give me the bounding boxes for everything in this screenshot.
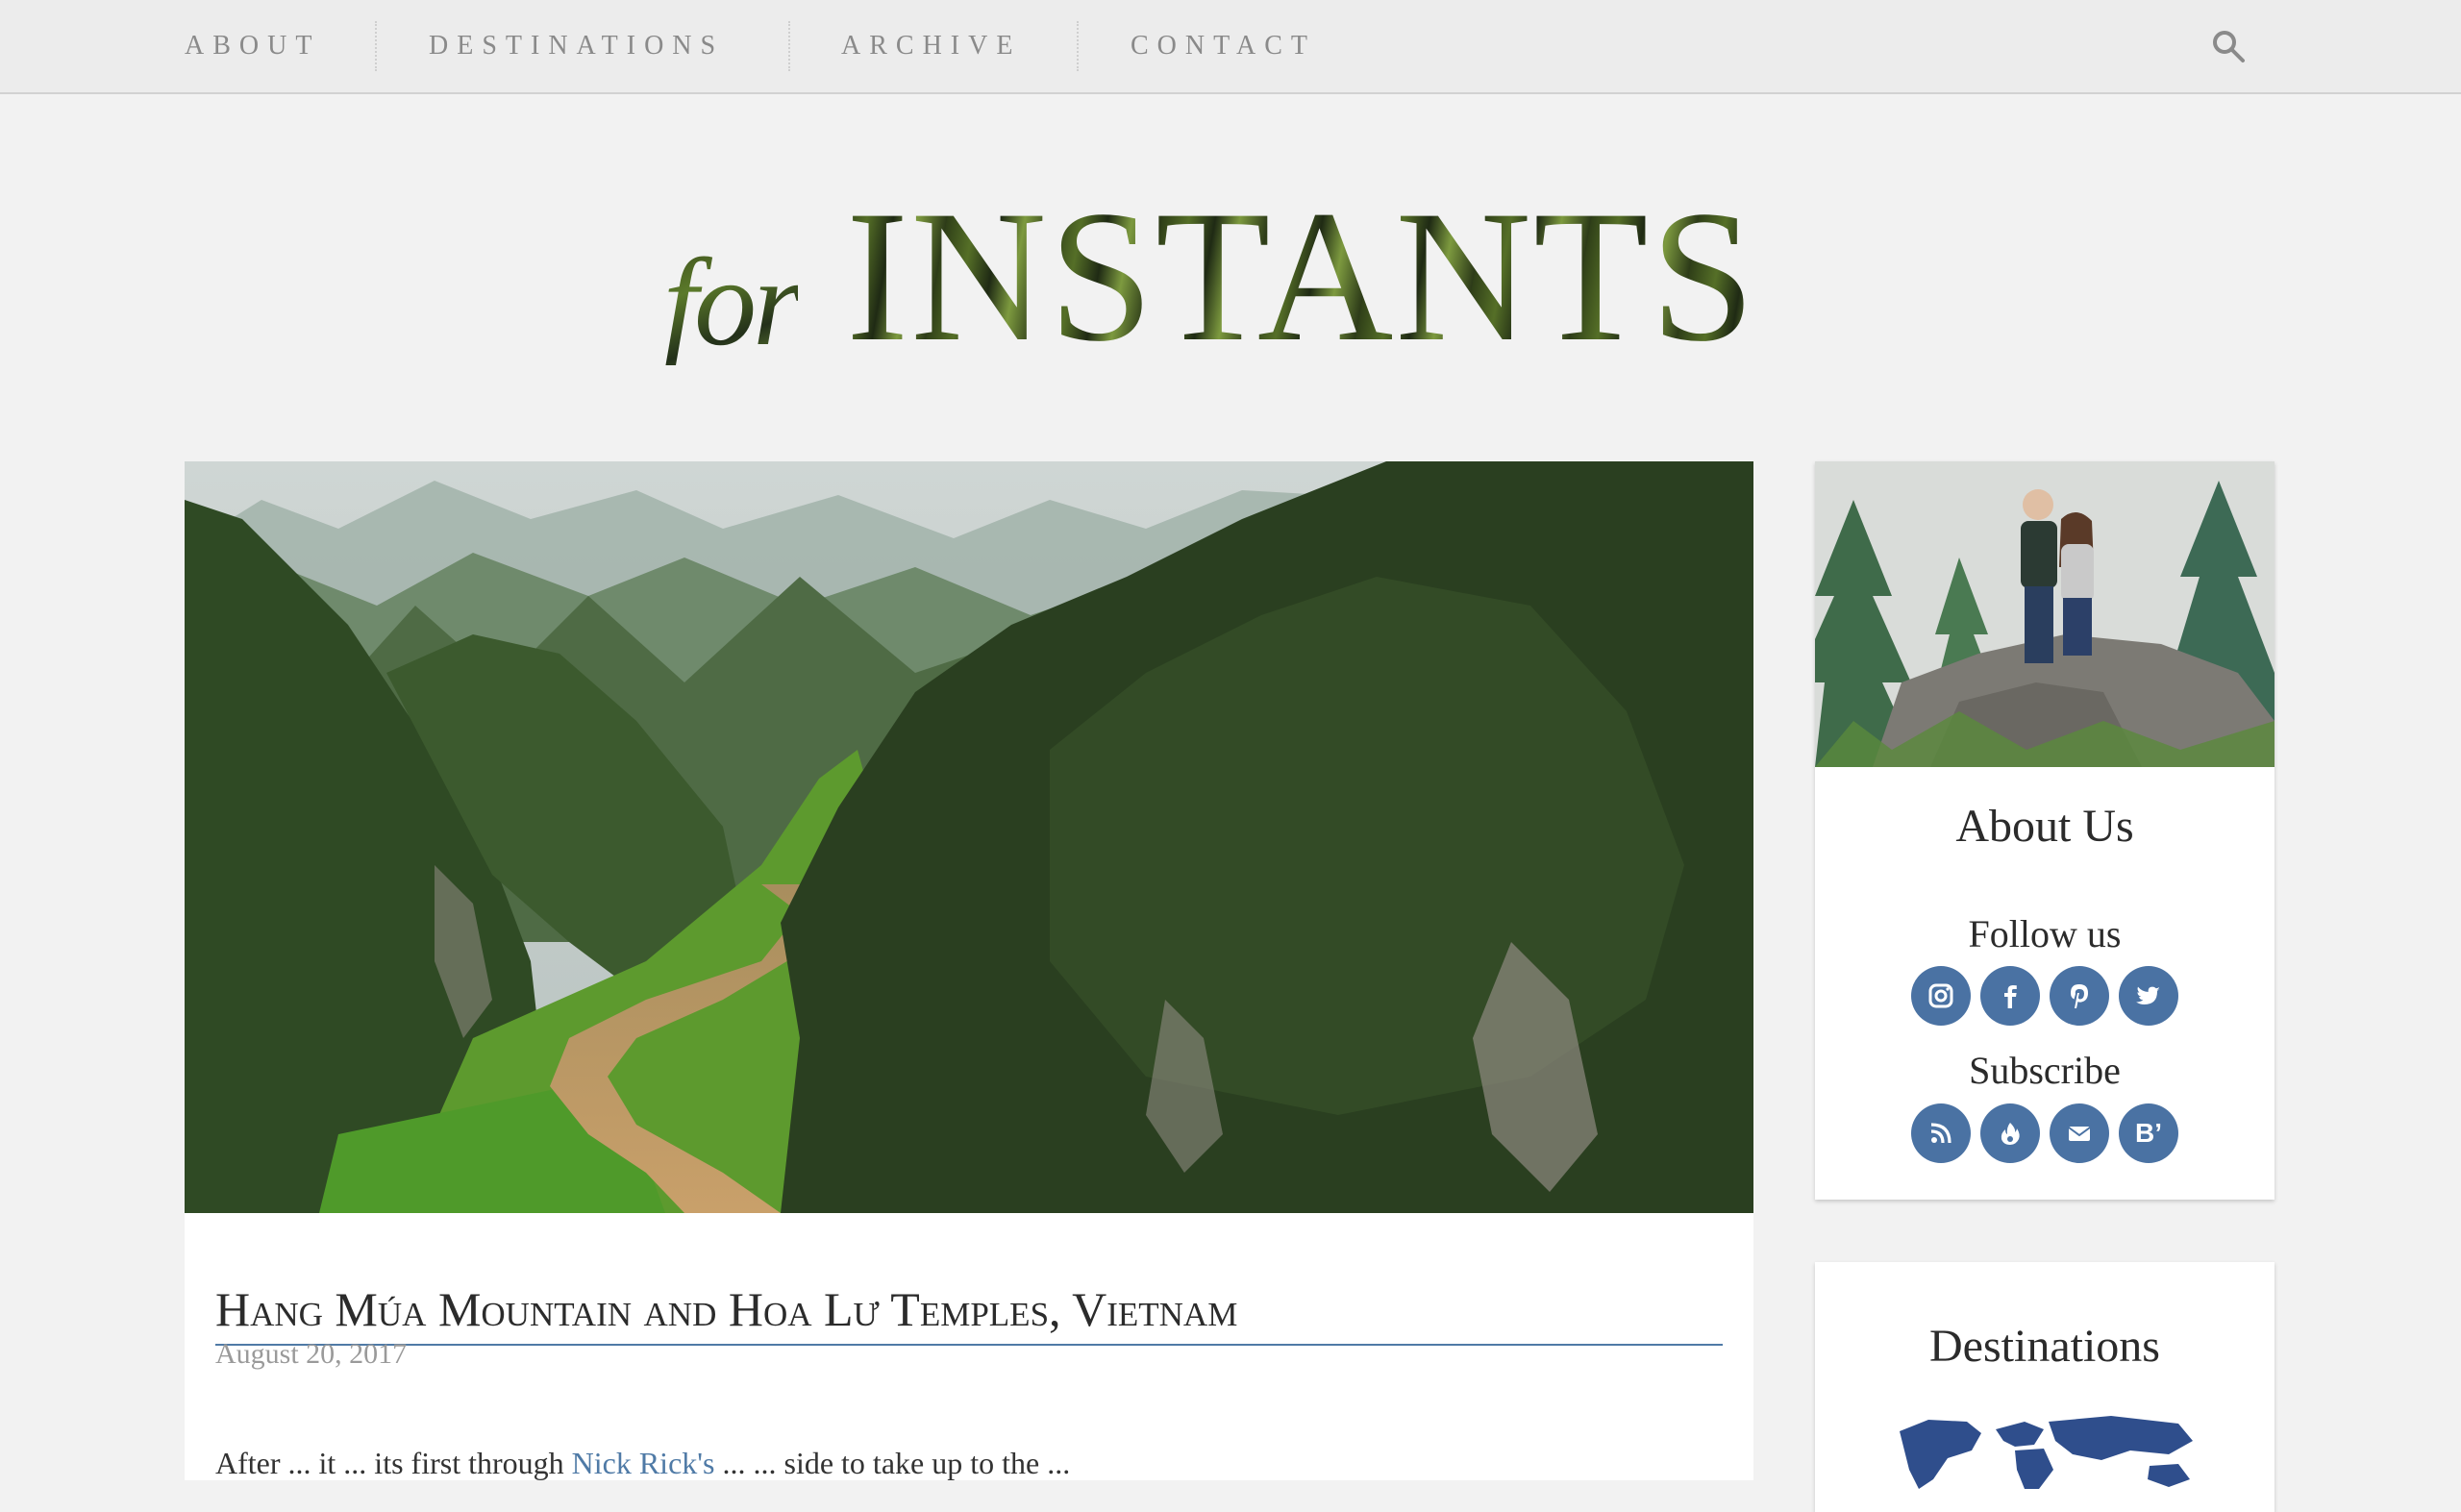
site-logo[interactable]: for INSTANTS: [663, 183, 1807, 372]
nav-item-contact[interactable]: CONTACT: [1131, 27, 1316, 65]
facebook-icon[interactable]: [1980, 966, 2040, 1026]
subscribe-icons: B’: [1815, 1103, 2275, 1163]
about-photo[interactable]: [1815, 461, 2275, 767]
nav-item-destinations[interactable]: DESTINATIONS: [429, 27, 724, 65]
rss-icon[interactable]: [1911, 1103, 1971, 1163]
twitter-icon[interactable]: [2119, 966, 2178, 1026]
post-title[interactable]: Hang Múa Mountain and Hoa Lư Temples, Vi…: [215, 1280, 1723, 1346]
instagram-icon[interactable]: [1911, 966, 1971, 1026]
about-widget: About Us Follow us Subscribe B’: [1815, 461, 2275, 1200]
post-excerpt: After ... it ... its first through Nick …: [215, 1446, 1723, 1480]
nav-divider: [788, 21, 790, 71]
post-hero-image[interactable]: [185, 461, 1753, 1213]
logo-prefix: for: [663, 234, 802, 372]
logo-title: INSTANTS: [846, 172, 1757, 381]
social-follow-icons: [1815, 966, 2275, 1026]
subscribe-heading: Subscribe: [1969, 1049, 2121, 1092]
email-icon[interactable]: [2050, 1103, 2109, 1163]
post-excerpt-text-end: ... ... side to take up to the ...: [722, 1446, 1071, 1480]
bloglovin-glyph: B’: [2135, 1118, 2162, 1148]
about-heading: About Us: [1955, 801, 2134, 852]
world-map[interactable]: [1890, 1412, 2200, 1489]
follow-heading: Follow us: [1968, 912, 2122, 955]
nav-divider: [1077, 21, 1079, 71]
featured-post: Hang Múa Mountain and Hoa Lư Temples, Vi…: [185, 461, 1753, 1480]
top-navigation: ABOUT DESTINATIONS ARCHIVE CONTACT: [0, 0, 2461, 94]
destinations-heading: Destinations: [1929, 1321, 2160, 1372]
bloglovin-icon[interactable]: B’: [2119, 1103, 2178, 1163]
post-date: August 20, 2017: [215, 1338, 408, 1370]
search-icon[interactable]: [2211, 29, 2246, 63]
post-excerpt-text: After ... it ... its first through: [215, 1446, 564, 1480]
destinations-widget: Destinations: [1815, 1262, 2275, 1512]
feed-flame-icon[interactable]: [1980, 1103, 2040, 1163]
nav-item-archive[interactable]: ARCHIVE: [841, 27, 1021, 65]
post-excerpt-link[interactable]: Nick Rick's: [572, 1446, 715, 1480]
nav-item-about[interactable]: ABOUT: [185, 27, 320, 65]
nav-divider: [375, 21, 377, 71]
pinterest-icon[interactable]: [2050, 966, 2109, 1026]
